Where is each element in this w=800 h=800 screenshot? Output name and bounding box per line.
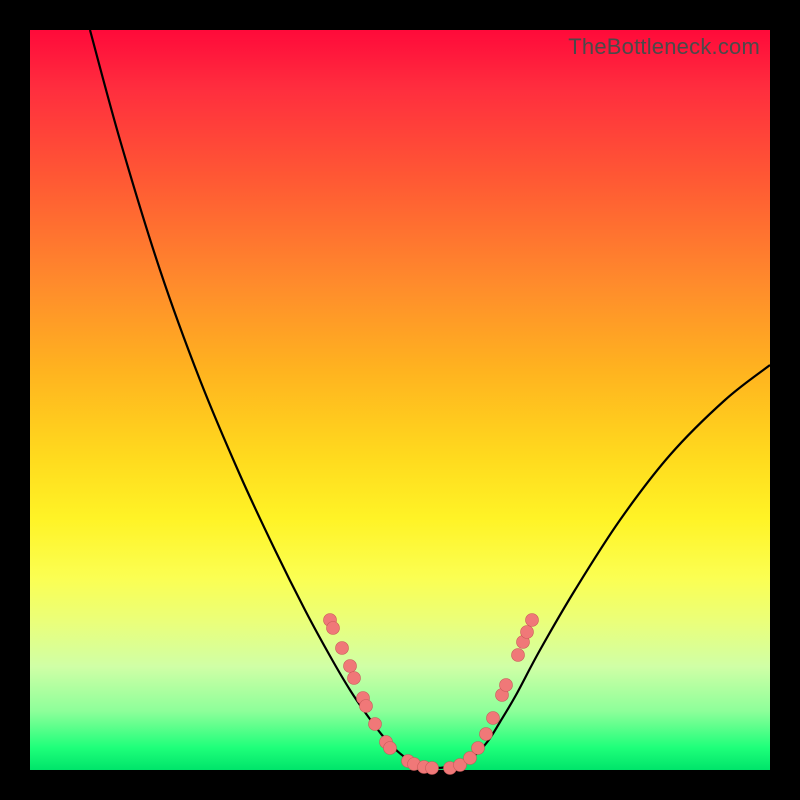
left-branch-dots [324,614,439,775]
data-dot [472,742,485,755]
data-dot [480,728,493,741]
data-dot [526,614,539,627]
data-dot [384,742,397,755]
plot-area: TheBottleneck.com [30,30,770,770]
data-dot [348,672,361,685]
data-dot [487,712,500,725]
data-dot [327,622,340,635]
data-dot [512,649,525,662]
right-branch-dots [444,614,539,775]
chart-svg [30,30,770,770]
data-dot [336,642,349,655]
data-dot [500,679,513,692]
data-dot [360,700,373,713]
chart-frame: TheBottleneck.com [0,0,800,800]
left-branch-curve [90,30,440,768]
data-dot [521,626,534,639]
data-dot [426,762,439,775]
data-dot [344,660,357,673]
data-dot [369,718,382,731]
right-branch-curve [440,365,770,768]
